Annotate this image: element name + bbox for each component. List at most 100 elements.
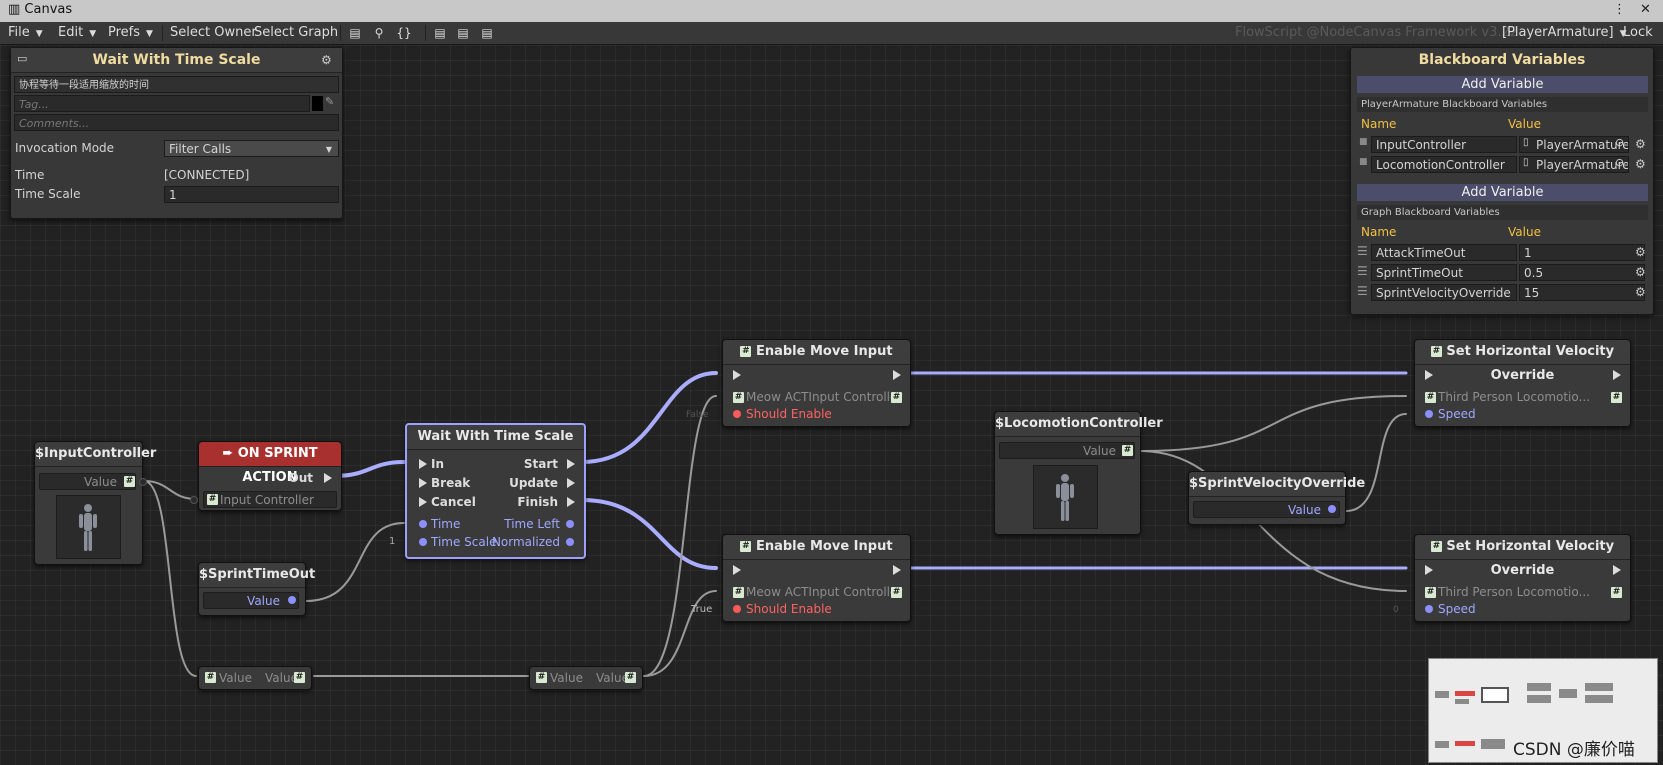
var-name-input[interactable]: SprintTimeOut [1371,264,1517,281]
timescale-port-label: Time Scale [431,535,497,549]
flow-out-arrow-icon[interactable] [893,565,901,575]
time-input-port[interactable] [419,520,427,528]
flow-in-arrow-icon[interactable] [1425,370,1433,380]
window-title[interactable]: ▥ Canvas [8,2,72,17]
tag-input[interactable]: Tag... [14,95,310,112]
var-name-input[interactable]: AttackTimeOut [1371,244,1517,261]
add-variable-button[interactable]: Add Variable [1357,76,1648,93]
gear-icon[interactable]: ⚙ [1635,265,1646,279]
enable-move-input-node[interactable]: # Enable Move Input # Meow ACTInput Cont… [722,339,911,427]
relay-node[interactable]: # Value Value # [198,666,312,690]
flow-out-arrow-icon[interactable] [567,478,575,488]
should-enable-label: Should Enable [746,407,832,421]
finish-port-label: Finish [517,495,558,509]
flow-in-arrow-icon[interactable] [733,565,741,575]
minimap-node [1435,691,1449,698]
flow-in-arrow-icon[interactable] [419,497,427,507]
input-port[interactable] [190,496,198,504]
prefs-menu[interactable]: Prefs ▼ [108,25,153,41]
var-value-input[interactable]: 1 [1519,244,1645,261]
eyedropper-icon[interactable]: ✎ [325,95,334,108]
timeleft-output-port[interactable] [566,520,574,528]
var-name-input[interactable]: LocomotionController [1371,156,1517,173]
value-output-port[interactable] [1328,505,1336,513]
var-value-field[interactable]: PlayerArmature ( [1519,136,1629,153]
value-output-port[interactable] [288,596,296,604]
edit-menu-label: Edit [58,25,84,40]
sprint-timeout-node[interactable]: $SprintTimeOut Value [198,562,315,616]
document-icon[interactable]: ▤ [346,25,364,41]
flow-in-arrow-icon[interactable] [1425,565,1433,575]
layout-c-icon[interactable]: ▤ [478,25,496,41]
braces-icon[interactable]: {} [395,25,413,41]
hash-icon: # [1611,587,1622,598]
flow-in-arrow-icon[interactable] [733,370,741,380]
close-icon[interactable]: ✕ [1640,2,1651,17]
search-icon[interactable]: ⚲ [370,25,388,41]
set-horizontal-velocity-node[interactable]: # Set Horizontal Velocity Override # Thi… [1414,339,1631,427]
chevron-down-icon: ▼ [146,29,153,39]
enable-move-input-node[interactable]: # Enable Move Input # Meow ACTInput Cont… [722,534,911,622]
locomotion-controller-node[interactable]: $LocomotionController Value # [994,411,1163,535]
var-name-input[interactable]: InputController [1371,136,1517,153]
file-menu[interactable]: File ▼ [8,25,43,41]
name-column-header: Name [1361,117,1397,131]
add-variable-button[interactable]: Add Variable [1357,184,1648,201]
wait-with-time-scale-node[interactable]: Wait With Time Scale In Break Cancel Sta… [405,423,586,559]
gear-icon[interactable]: ⚙ [1635,137,1646,151]
owner-dropdown[interactable]: [PlayerArmature] ▼ [1502,25,1627,41]
select-owner-button[interactable]: Select Owner [170,25,257,41]
invocation-mode-select[interactable]: Filter Calls ▼ [164,140,339,157]
select-graph-button[interactable]: Select Graph [254,25,338,41]
gear-icon[interactable]: ⚙ [1635,157,1646,171]
flow-out-arrow-icon[interactable] [1613,370,1621,380]
flow-in-arrow-icon[interactable] [419,478,427,488]
should-enable-port[interactable] [733,410,741,418]
timescale-input-port[interactable] [419,538,427,546]
var-value-input[interactable]: 0.5 [1519,264,1645,281]
set-horizontal-velocity-node[interactable]: # Set Horizontal Velocity Override # Thi… [1414,534,1631,622]
speed-input-port[interactable] [1425,605,1433,613]
relay-node[interactable]: # Value Value # [529,666,643,690]
color-swatch[interactable] [312,96,323,111]
flow-in-arrow-icon[interactable] [419,459,427,469]
flow-out-arrow-icon[interactable] [893,370,901,380]
object-picker-icon[interactable]: ⊙ [1615,136,1624,149]
port-label: Value [247,594,280,608]
kebab-menu-icon[interactable]: ⋮ [1613,2,1626,17]
speed-input-port[interactable] [1425,410,1433,418]
should-enable-port[interactable] [733,605,741,613]
sprint-velocity-override-node[interactable]: $SprintVelocityOverride Value [1188,471,1365,525]
var-name-input[interactable]: SprintVelocityOverride [1371,284,1517,301]
flow-out-arrow-icon[interactable] [567,497,575,507]
drag-handle-icon[interactable]: ☰ [1357,244,1368,258]
node-title: # Enable Move Input [723,340,910,365]
gear-icon[interactable]: ⚙ [1635,285,1646,299]
minimap-node [1559,689,1577,698]
lock-toggle[interactable]: Lock [1623,25,1653,41]
layout-b-icon[interactable]: ▤ [454,25,472,41]
port-label: Value [1083,444,1116,458]
drag-handle-icon[interactable]: ☰ [1357,284,1368,298]
inspector-description: 协程等待一段适用缩放的时间 [14,76,339,93]
var-value-field[interactable]: PlayerArmature ( [1519,156,1629,173]
flow-out-arrow-icon[interactable] [567,459,575,469]
input-controller-node[interactable]: $InputController Value # [34,441,156,565]
layout-a-icon[interactable]: ▤ [431,25,449,41]
timescale-input[interactable]: 1 [164,186,339,203]
drag-handle-icon[interactable]: ☰ [1357,264,1368,278]
normalized-output-port[interactable] [566,538,574,546]
gear-icon[interactable]: ⚙ [1635,245,1646,259]
value-port-field: Value [39,473,136,490]
on-sprint-action-node[interactable]: ➨ ON SPRINT ACTION Out Input Controller … [198,441,342,511]
gear-icon[interactable]: ⚙ [321,53,332,67]
var-value-input[interactable]: 15 [1519,284,1645,301]
flow-out-arrow-icon[interactable] [324,473,332,483]
node-title: Wait With Time Scale [407,425,584,450]
bullet-icon: ■ [1359,157,1368,167]
output-port[interactable] [139,478,147,486]
object-picker-icon[interactable]: ⊙ [1615,156,1624,169]
edit-menu[interactable]: Edit ▼ [58,25,96,41]
flow-out-arrow-icon[interactable] [1613,565,1621,575]
comments-input[interactable]: Comments... [14,114,339,131]
